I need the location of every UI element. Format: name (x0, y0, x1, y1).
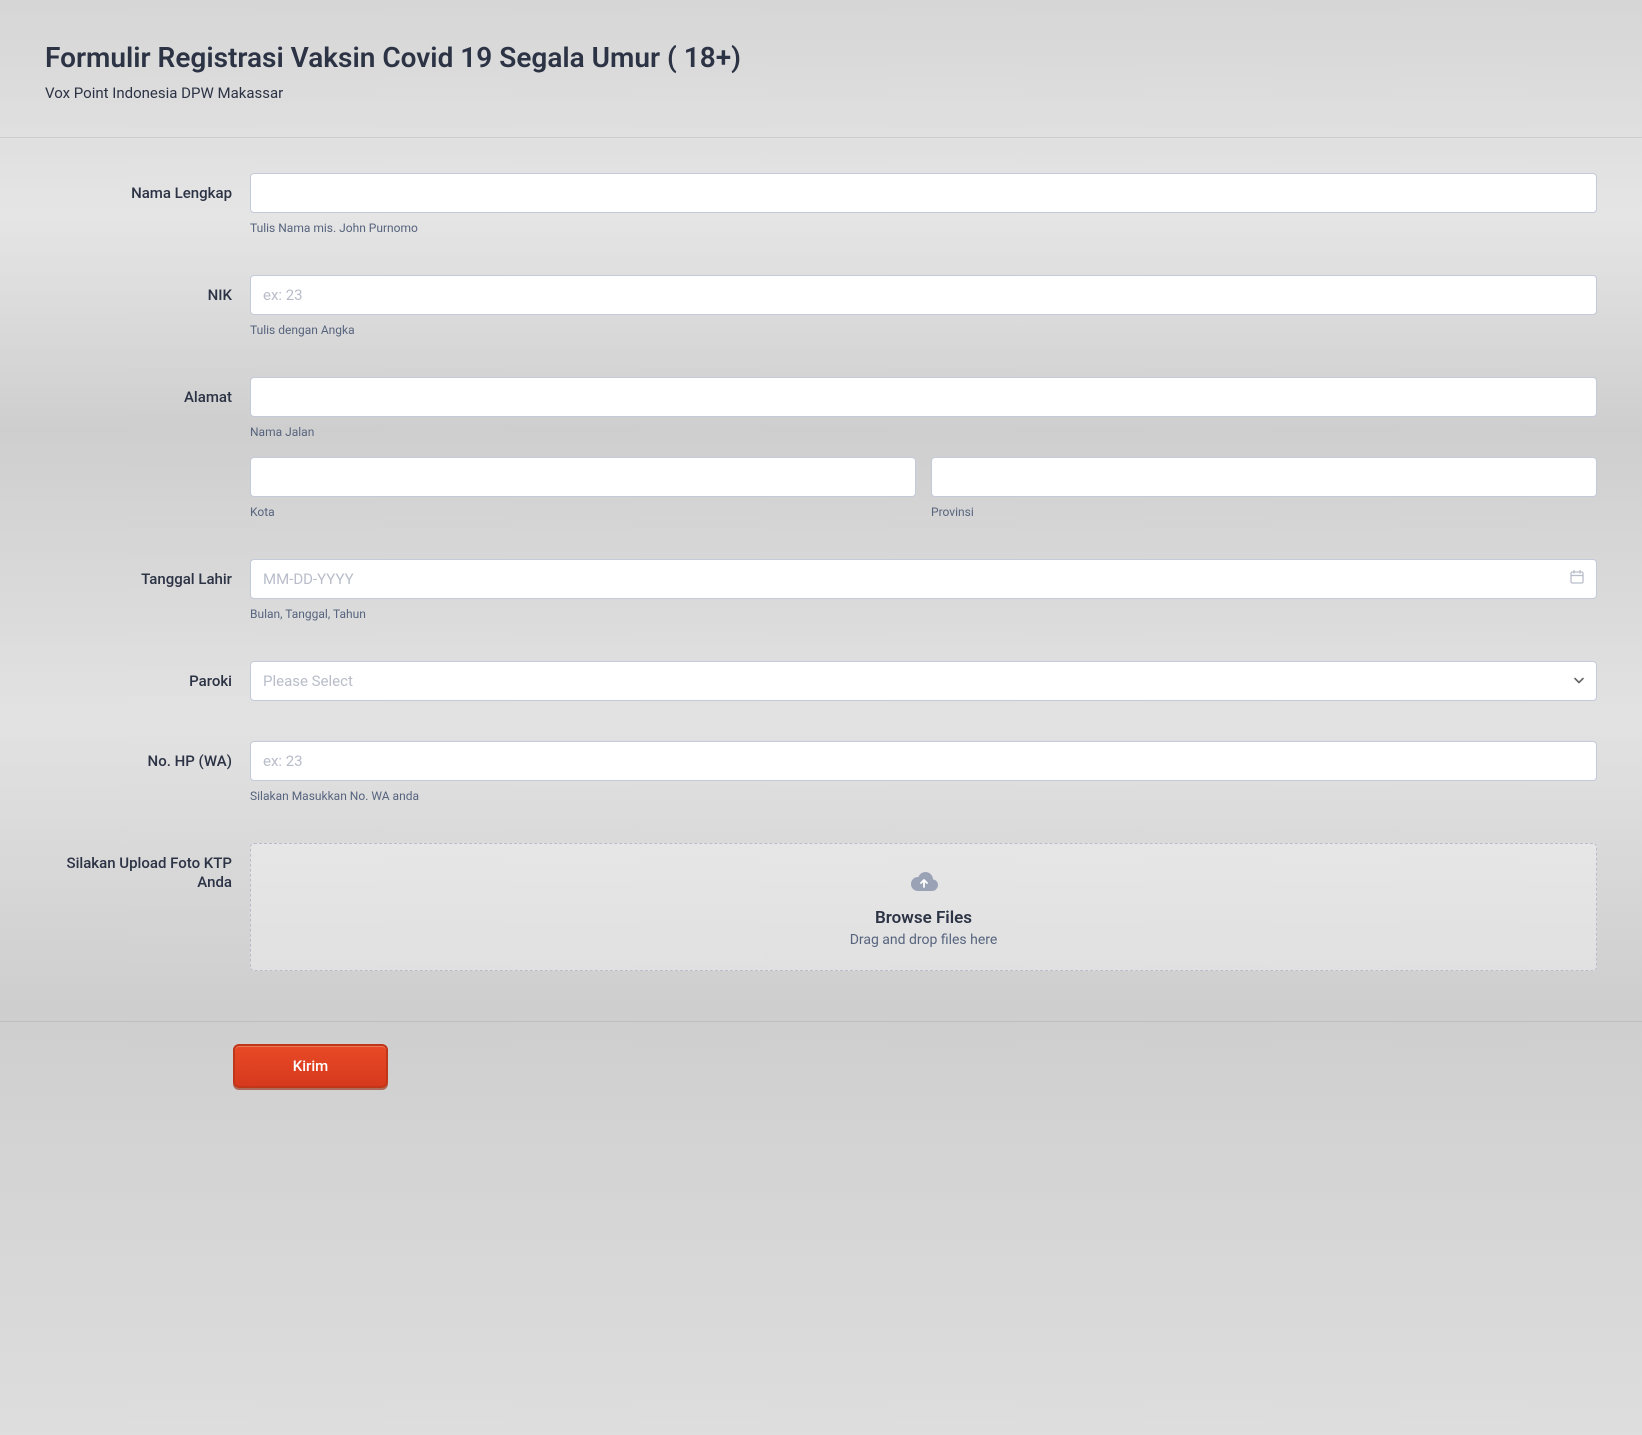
field-row-address: Alamat Nama Jalan Kota Provinsi (45, 377, 1597, 519)
field-row-phone: No. HP (WA) Silakan Masukkan No. WA anda (45, 741, 1597, 803)
select-paroki[interactable]: Please Select (250, 661, 1597, 701)
hint-city: Kota (250, 505, 916, 519)
field-row-nik: NIK Tulis dengan Angka (45, 275, 1597, 337)
form-body: Nama Lengkap Tulis Nama mis. John Purnom… (0, 138, 1642, 1021)
input-city[interactable] (250, 457, 916, 497)
hint-street: Nama Jalan (250, 425, 1597, 439)
file-upload-area[interactable]: Browse Files Drag and drop files here (250, 843, 1597, 971)
submit-section: Kirim (0, 1021, 1642, 1123)
label-birthdate: Tanggal Lahir (141, 570, 232, 588)
label-phone: No. HP (WA) (148, 752, 232, 770)
input-phone[interactable] (250, 741, 1597, 781)
hint-nik: Tulis dengan Angka (250, 323, 1597, 337)
hint-fullname: Tulis Nama mis. John Purnomo (250, 221, 1597, 235)
submit-button[interactable]: Kirim (233, 1044, 388, 1088)
upload-dnd-text: Drag and drop files here (273, 932, 1574, 948)
hint-birthdate: Bulan, Tanggal, Tahun (250, 607, 1597, 621)
field-row-birthdate: Tanggal Lahir Bulan, Tanggal, Tahun (45, 559, 1597, 621)
label-upload: Silakan Upload Foto KTP Anda (66, 854, 232, 891)
field-row-paroki: Paroki Please Select (45, 661, 1597, 701)
hint-province: Provinsi (931, 505, 1597, 519)
form-subtitle: Vox Point Indonesia DPW Makassar (45, 84, 1597, 102)
label-fullname: Nama Lengkap (131, 184, 232, 202)
input-street[interactable] (250, 377, 1597, 417)
label-address: Alamat (184, 388, 232, 406)
form-title: Formulir Registrasi Vaksin Covid 19 Sega… (45, 40, 1597, 76)
label-paroki: Paroki (189, 672, 232, 690)
input-fullname[interactable] (250, 173, 1597, 213)
form-header: Formulir Registrasi Vaksin Covid 19 Sega… (0, 0, 1642, 138)
hint-phone: Silakan Masukkan No. WA anda (250, 789, 1597, 803)
cloud-upload-icon (909, 866, 939, 896)
label-nik: NIK (208, 286, 232, 304)
field-row-fullname: Nama Lengkap Tulis Nama mis. John Purnom… (45, 173, 1597, 235)
input-nik[interactable] (250, 275, 1597, 315)
input-birthdate[interactable] (250, 559, 1597, 599)
input-province[interactable] (931, 457, 1597, 497)
field-row-upload: Silakan Upload Foto KTP Anda Browse File… (45, 843, 1597, 971)
upload-browse-text: Browse Files (273, 908, 1574, 928)
